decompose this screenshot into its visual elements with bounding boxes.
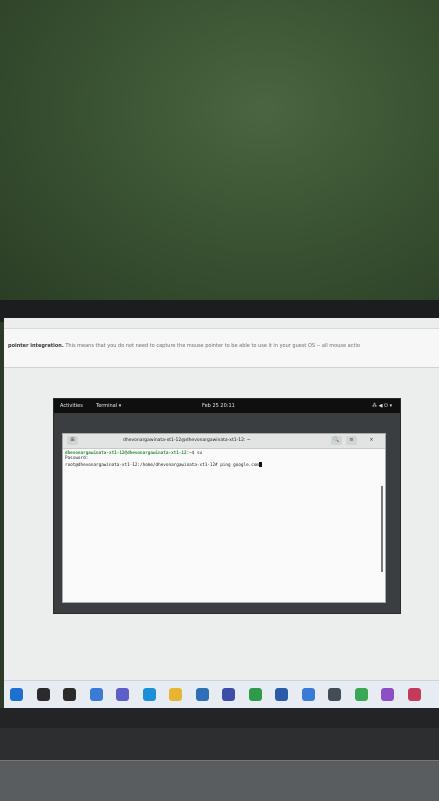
terminal-title: dhevonargawinata-xt1-12@dhevonargawinata… (123, 438, 251, 443)
password-line: Password: (65, 456, 89, 462)
edge-icon[interactable] (142, 688, 156, 701)
hamburger-menu-icon[interactable]: ≡ (346, 436, 357, 445)
taskview-icon[interactable] (63, 688, 76, 701)
word-icon[interactable] (275, 688, 288, 701)
vm-display[interactable]: Activities Terminal ▾ Feb 25 20:11 ⁂ ◀ ⏻… (53, 398, 401, 614)
notice-bold-text: pointer integration. (8, 343, 64, 349)
activities-button[interactable]: Activities (60, 403, 83, 409)
chrome-icon[interactable] (354, 688, 368, 701)
terminal-scrollbar[interactable] (381, 486, 383, 572)
terminal-window[interactable]: ⊞ dhevonargawinata-xt1-12@dhevonargawina… (62, 433, 386, 603)
terminal-header: ⊞ dhevonargawinata-xt1-12@dhevonargawina… (63, 434, 385, 449)
photos-icon[interactable] (301, 688, 315, 701)
windows-start-icon[interactable] (10, 688, 23, 701)
teams-icon[interactable] (116, 688, 129, 701)
windows-taskbar (4, 680, 439, 708)
widgets-icon[interactable] (89, 688, 103, 701)
close-icon[interactable]: × (366, 436, 377, 445)
notice-text: This means that you do not need to captu… (63, 343, 360, 349)
root-ping-command: root@dhevonargawinata-xt1-12:/home/dhevo… (65, 462, 260, 468)
gnome-desktop: ⊞ dhevonargawinata-xt1-12@dhevonargawina… (54, 413, 400, 613)
system-status-icons[interactable]: ⁂ ◀ ⏻ ▾ (372, 403, 392, 409)
app-icon-2[interactable] (328, 688, 341, 701)
virtualbox-icon[interactable] (222, 688, 235, 701)
clock[interactable]: Feb 25 20:11 (202, 403, 235, 409)
text-cursor (259, 461, 263, 467)
gnome-top-bar: Activities Terminal ▾ Feb 25 20:11 ⁂ ◀ ⏻… (54, 399, 400, 413)
app-icon-3[interactable] (381, 688, 394, 701)
app-icon-1[interactable] (248, 688, 262, 701)
mouse-integration-notice: pointer integration. This means that you… (8, 343, 360, 349)
new-tab-icon[interactable]: ⊞ (67, 436, 78, 445)
search-icon[interactable]: 🔍 (331, 436, 342, 445)
desk-edge (0, 760, 439, 801)
su-command: :~$ su (186, 451, 203, 456)
terminal-output[interactable]: dhevonargawinata-xt1-12@dhevonargawinata… (65, 451, 263, 468)
app-icon-4[interactable] (407, 688, 421, 701)
search-icon[interactable] (36, 688, 50, 701)
green-wall-background (0, 0, 439, 312)
laptop-screen: pointer integration. This means that you… (4, 318, 439, 708)
store-icon[interactable] (195, 688, 209, 701)
terminal-app-menu[interactable]: Terminal ▾ (96, 403, 121, 409)
virtualbox-notification-bar: pointer integration. This means that you… (4, 328, 439, 368)
file-explorer-icon[interactable] (169, 688, 182, 701)
